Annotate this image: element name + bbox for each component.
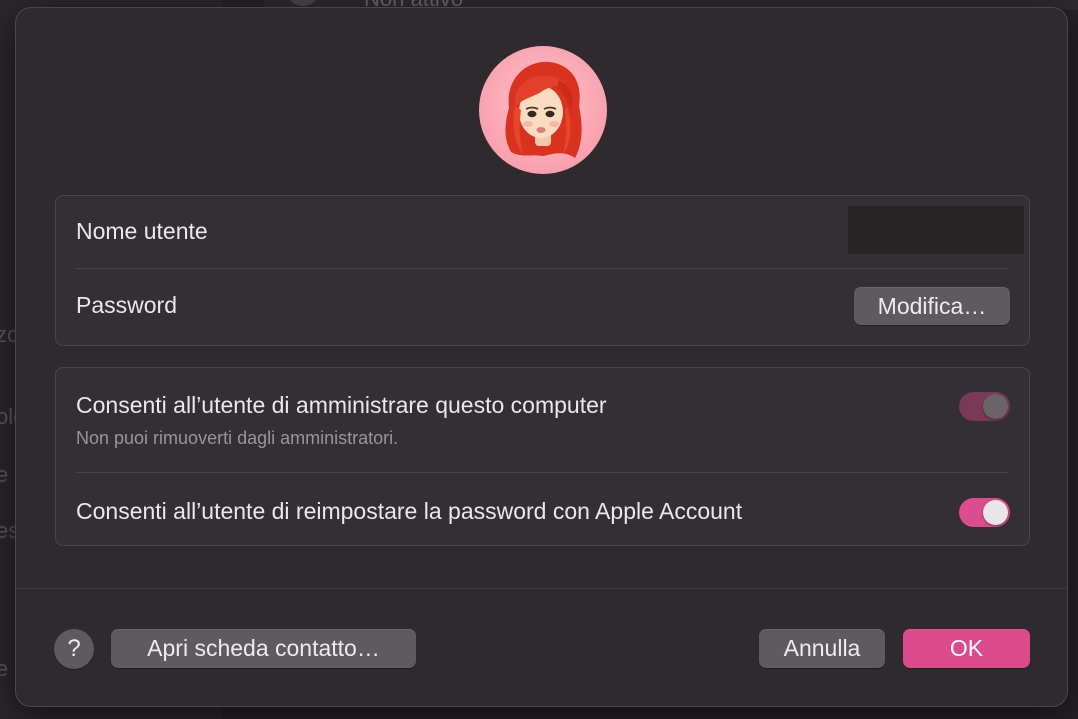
password-label: Password bbox=[76, 292, 177, 318]
background-sidebar-fragment: e bbox=[0, 462, 9, 487]
background-sidebar-fragment: e bbox=[0, 656, 9, 681]
footer-divider bbox=[16, 588, 1067, 589]
admin-permission-label: Consenti all’utente di amministrare ques… bbox=[76, 392, 607, 418]
user-details-sheet: Nome utente Password Modifica… Consenti … bbox=[15, 7, 1068, 707]
admin-permission-toggle[interactable] bbox=[959, 392, 1010, 421]
admin-permission-note: Non puoi rimuoverti dagli amministratori… bbox=[76, 428, 399, 448]
reset-password-permission-toggle[interactable] bbox=[959, 498, 1010, 527]
toggle-knob bbox=[983, 394, 1008, 419]
reset-password-permission-label: Consenti all’utente di reimpostare la pa… bbox=[76, 498, 743, 524]
divider bbox=[76, 268, 1009, 269]
toggle-knob bbox=[983, 500, 1008, 525]
permissions-group: Consenti all’utente di amministrare ques… bbox=[55, 367, 1030, 546]
username-label: Nome utente bbox=[76, 218, 208, 244]
account-group: Nome utente Password Modifica… bbox=[55, 195, 1030, 346]
memoji-avatar-icon[interactable] bbox=[479, 46, 607, 174]
divider bbox=[76, 472, 1009, 473]
open-contact-card-button[interactable]: Apri scheda contatto… bbox=[111, 629, 416, 668]
ok-button[interactable]: OK bbox=[903, 629, 1030, 668]
change-password-button[interactable]: Modifica… bbox=[854, 287, 1010, 325]
username-value bbox=[848, 206, 1024, 254]
cancel-button[interactable]: Annulla bbox=[759, 629, 885, 668]
help-button[interactable]: ? bbox=[54, 629, 94, 669]
